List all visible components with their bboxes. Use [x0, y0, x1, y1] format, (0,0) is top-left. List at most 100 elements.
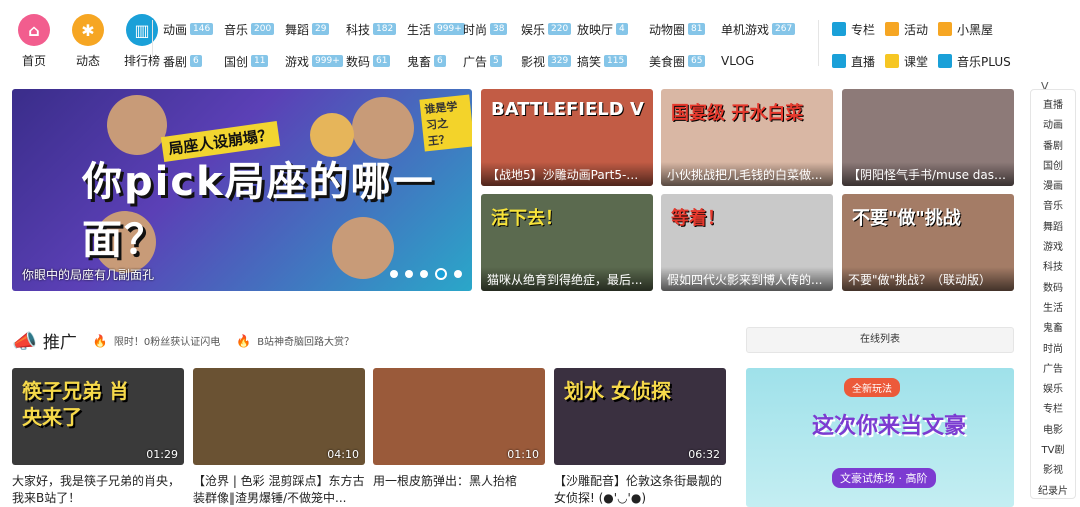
carousel-dot[interactable] [405, 270, 413, 278]
ad-badge: 全新玩法 [844, 378, 900, 397]
category-link[interactable]: 动物圈 81 [649, 21, 721, 37]
category-link[interactable]: 生活 999+ [407, 21, 465, 37]
promo-card-title[interactable]: 用一根皮筋弹出：黑人抬棺 [373, 473, 545, 507]
recommend-tile[interactable]: 不要"做"挑战 不要"做"挑战？（联动版） [842, 194, 1014, 291]
category-link[interactable]: 搞笑 115 [577, 53, 649, 69]
hot-item-label: B站神奇脑回路大赏？ [257, 337, 355, 348]
category-link[interactable]: 放映厅 4 [577, 21, 649, 37]
category-link[interactable]: 番剧 6 [163, 53, 224, 69]
category-link[interactable]: 影视 329 [521, 53, 577, 69]
nav-dynamic-label: 动态 [75, 54, 100, 68]
carousel-dot[interactable] [420, 270, 428, 278]
blackroom-icon [938, 22, 953, 36]
carousel-dot-active[interactable] [435, 268, 447, 280]
promo-card-title[interactable]: 【沧界 | 色彩 混剪踩点】东方古装群像‖渣男爆锤/不做笼中... [193, 473, 365, 507]
sidenav-item[interactable]: 动画 [1031, 116, 1075, 136]
sidenav-item[interactable]: 电影 [1031, 421, 1075, 441]
sidenav-item[interactable]: 纪录片 [1031, 482, 1075, 502]
category-link[interactable]: 动画 146 [163, 21, 224, 37]
thumb-art-text: 筷子兄弟 肖央来了 [22, 379, 129, 429]
special-link[interactable]: 活动 [885, 21, 928, 37]
sidenav-item[interactable]: 娱乐 [1031, 380, 1075, 400]
special-link[interactable]: 小黑屋 [938, 21, 1011, 37]
special-link[interactable]: 音乐PLUS [938, 53, 1011, 69]
category-count-badge: 65 [688, 55, 706, 67]
sidenav-item[interactable]: 时尚 [1031, 340, 1075, 360]
category-link[interactable]: 音乐 200 [224, 21, 285, 37]
category-count-badge: 200 [251, 23, 275, 35]
sidenav-item[interactable]: 国创 [1031, 157, 1075, 177]
special-link[interactable]: 课堂 [885, 53, 928, 69]
category-link[interactable]: 游戏 999+ [285, 53, 346, 69]
sidenav-item[interactable]: 广告 [1031, 360, 1075, 380]
sidenav-item[interactable]: 音乐 [1031, 197, 1075, 217]
category-link[interactable]: 时尚 38 [463, 21, 521, 37]
sidenav-item[interactable]: TV剧 [1031, 441, 1075, 461]
sidenav-item[interactable]: 生活 [1031, 299, 1075, 319]
promo-card[interactable]: 04:10 【沧界 | 色彩 混剪踩点】东方古装群像‖渣男爆锤/不做笼中... [193, 368, 365, 507]
sidenav-item[interactable]: 科技 [1031, 258, 1075, 278]
carousel-dot[interactable] [390, 270, 398, 278]
category-link[interactable]: 广告 5 [463, 53, 521, 69]
category-link[interactable]: VLOG [721, 53, 805, 69]
category-link[interactable]: 国创 11 [224, 53, 285, 69]
promo-card[interactable]: 划水 女侦探 06:32 【沙雕配音】伦敦这条街最靓的女侦探! (●'◡'●) [554, 368, 726, 507]
sidenav-item[interactable]: 漫画 [1031, 177, 1075, 197]
duration-badge: 01:29 [146, 448, 178, 461]
tile-caption: 【阴阳怪气手书/muse dash... [842, 162, 1014, 186]
recommend-tile[interactable]: 等着！ 假如四代火影来到博人传的... [661, 194, 833, 291]
recommend-tile[interactable]: 活下去！ 猫咪从绝育到得绝症，最后... [481, 194, 653, 291]
rank-chart-icon: ▥ [126, 14, 158, 46]
hot-item[interactable]: 🔥 B站神奇脑回路大赏？ [236, 333, 355, 349]
sidenav-item[interactable]: 直播 [1031, 96, 1075, 116]
sidenav-item[interactable]: 番剧 [1031, 137, 1075, 157]
nav-rank[interactable]: ▥ 排行榜 [122, 14, 162, 69]
ad-banner[interactable]: 全新玩法 这次你来当文豪 文豪试炼场 · 高阶 [746, 368, 1014, 507]
category-link[interactable]: 单机游戏 267 [721, 21, 805, 37]
category-label: VLOG [721, 54, 755, 68]
sidenav-item[interactable]: 影视 [1031, 461, 1075, 481]
promo-card-title[interactable]: 【沙雕配音】伦敦这条街最靓的女侦探! (●'◡'●) [554, 473, 726, 507]
sidenav-item[interactable]: 数码 [1031, 279, 1075, 299]
category-count-badge: 329 [548, 55, 572, 67]
category-label: 美食圈 [649, 54, 686, 69]
promo-card[interactable]: 01:10 用一根皮筋弹出：黑人抬棺 [373, 368, 545, 507]
nav-dynamic[interactable]: ✱ 动态 [68, 14, 108, 69]
category-link[interactable]: 美食圈 65 [649, 53, 721, 69]
category-label: 动画 [163, 22, 188, 37]
special-link[interactable]: 专栏 [832, 21, 875, 37]
nav-home[interactable]: ⌂ 首页 [14, 14, 54, 69]
category-link[interactable]: 数码 61 [346, 53, 407, 69]
promo-thumbnail[interactable]: 04:10 [193, 368, 365, 465]
tile-caption: 小伙挑战把几毛钱的白菜做... [661, 162, 833, 186]
sidenav-item[interactable]: 专栏 [1031, 400, 1075, 420]
promo-thumbnail[interactable]: 筷子兄弟 肖央来了 01:29 [12, 368, 184, 465]
category-link[interactable]: 科技 182 [346, 21, 407, 37]
promo-thumbnail[interactable]: 01:10 [373, 368, 545, 465]
sidenav-item[interactable]: 游戏 [1031, 238, 1075, 258]
category-label: 搞笑 [577, 54, 602, 69]
hot-item[interactable]: 🔥 限时！0粉丝获认证闪电 [93, 333, 220, 349]
special-link[interactable]: 直播 [832, 53, 875, 69]
recommend-tile[interactable]: 【阴阳怪气手书/muse dash... [842, 89, 1014, 186]
category-label: 舞蹈 [285, 22, 310, 37]
hero-banner[interactable]: 局座人设崩塌？ 谁是学习之王？ 你pick局座的哪一面？ 你眼中的局座有几副面孔 [12, 89, 472, 291]
promo-title: 推广 [42, 333, 77, 353]
banner-headline: 你pick局座的哪一面？ [82, 159, 435, 263]
promo-card[interactable]: 筷子兄弟 肖央来了 01:29 大家好，我是筷子兄弟的肖央，我来B站了！ [12, 368, 184, 507]
recommend-tile[interactable]: 国宴级 开水白菜 小伙挑战把几毛钱的白菜做... [661, 89, 833, 186]
category-label: 影视 [521, 54, 546, 69]
promo-thumbnail[interactable]: 划水 女侦探 06:32 [554, 368, 726, 465]
carousel-dot[interactable] [454, 270, 462, 278]
recommend-tile[interactable]: BATTLEFIELD V 【战地5】沙雕动画Part5-自... [481, 89, 653, 186]
sidenav-item[interactable]: 鬼畜 [1031, 319, 1075, 339]
category-link[interactable]: 鬼畜 6 [407, 53, 463, 69]
category-link[interactable]: 舞蹈 29 [285, 21, 346, 37]
promo-card-title[interactable]: 大家好，我是筷子兄弟的肖央，我来B站了！ [12, 473, 184, 507]
sidenav-item[interactable]: 舞蹈 [1031, 218, 1075, 238]
category-count-badge: 6 [434, 55, 446, 67]
online-list-button[interactable]: 在线列表 [746, 327, 1014, 353]
category-link[interactable]: 娱乐 220 [521, 21, 577, 37]
tile-art-text: BATTLEFIELD V [491, 99, 644, 120]
category-count-badge: 182 [373, 23, 397, 35]
